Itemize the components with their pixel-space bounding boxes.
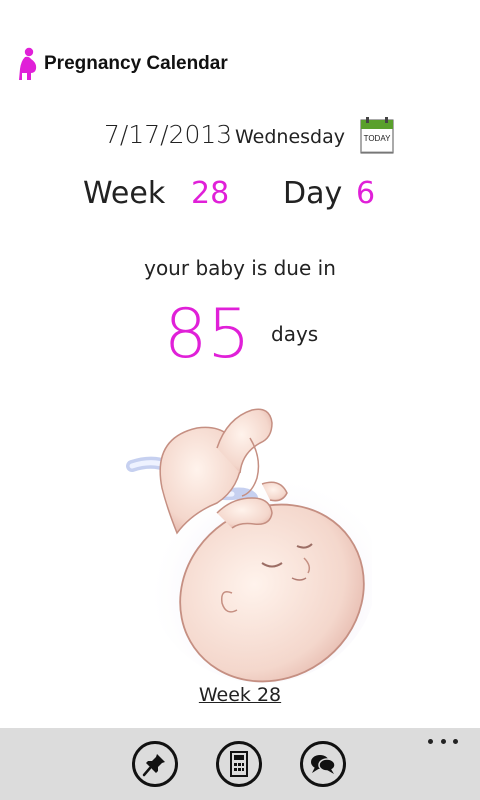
app-screen: Pregnancy Calendar 7/17/2013 Wednesday T…: [0, 0, 480, 800]
calculator-button[interactable]: [216, 741, 262, 787]
ellipsis-dot: [453, 738, 458, 744]
pregnant-woman-icon: [19, 47, 37, 80]
days-label: days: [271, 322, 319, 346]
date-row: 7/17/2013 Wednesday TODAY: [0, 114, 480, 158]
current-date: 7/17/2013: [104, 120, 233, 149]
app-header: Pregnancy Calendar: [16, 46, 228, 82]
today-calendar-icon[interactable]: TODAY: [360, 116, 394, 154]
ellipsis-dot: [440, 738, 446, 744]
days-remaining-value: 85: [164, 295, 251, 374]
week-day-row: Week 28 Day 6: [0, 172, 480, 220]
more-options-ellipsis-icon[interactable]: [428, 734, 458, 748]
day-label: Day: [283, 176, 343, 211]
ellipsis-dot: [428, 738, 433, 744]
due-text: your baby is due in: [144, 256, 336, 280]
pin-icon: [142, 754, 165, 777]
chat-icon: [311, 755, 336, 774]
day-value: 6: [356, 176, 376, 211]
app-title: Pregnancy Calendar: [44, 53, 228, 74]
fetus-illustration: [126, 408, 372, 683]
application-bar: [0, 728, 480, 800]
week-label: Week: [83, 176, 166, 211]
today-icon-text: TODAY: [364, 134, 391, 143]
week-value: 28: [191, 176, 230, 211]
pin-button[interactable]: [132, 741, 178, 787]
calculator-icon: [230, 751, 248, 777]
current-weekday: Wednesday: [235, 126, 346, 148]
week-details-link[interactable]: Week 28: [0, 684, 480, 706]
chat-button[interactable]: [300, 741, 346, 787]
